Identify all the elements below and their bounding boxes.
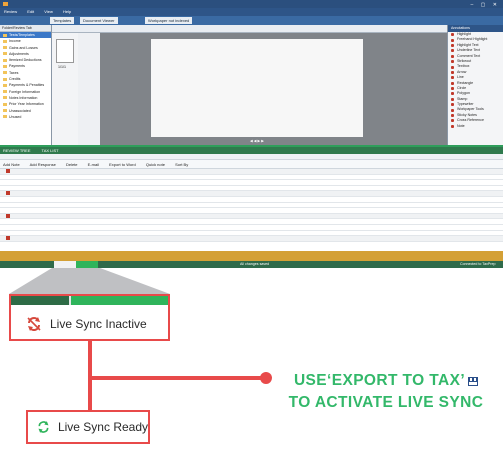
- menu-view[interactable]: View: [44, 9, 53, 14]
- folder-tree-header: Folder/Review Tab: [0, 25, 51, 32]
- live-sync-inactive-callout: Live Sync Inactive: [9, 294, 170, 341]
- app-screenshot: – ▢ ✕ Review Edit View Help Templates Do…: [0, 0, 503, 268]
- add-response-button[interactable]: Add Response: [30, 162, 56, 167]
- tab-templates[interactable]: Templates: [50, 17, 75, 24]
- workflow-actions: Add Note Add Response Delete E-mail Expo…: [0, 160, 503, 169]
- thumbnail-pane: 1/1/1: [52, 33, 78, 145]
- note-marker: [6, 191, 10, 196]
- tab-workpaper[interactable]: Workpaper not indexed: [145, 17, 193, 24]
- add-note-button[interactable]: Add Note: [3, 162, 20, 167]
- instruction-text: USE‘EXPORT TO TAX’ TO ACTIVATE LIVE SYNC: [272, 370, 500, 414]
- note-marker: [6, 236, 10, 241]
- document-toolbar: [52, 25, 447, 33]
- quick-note-button[interactable]: Quick note: [146, 162, 165, 167]
- sync-ready-icon: [38, 421, 49, 433]
- page-navigation[interactable]: ◀ ◀ ▶ ▶: [152, 138, 362, 144]
- menu-review[interactable]: Review: [4, 9, 17, 14]
- note-marker: [6, 169, 10, 174]
- tab-document-viewer[interactable]: Document Viewer: [80, 17, 118, 24]
- ribbon: Templates Document Viewer Workpaper not …: [0, 16, 503, 25]
- app-icon: [3, 2, 8, 6]
- connection-status: Connected to TaxPrep: [460, 262, 496, 266]
- live-sync-inactive-label: Live Sync Inactive: [50, 317, 147, 331]
- folder-item[interactable]: Unused: [0, 114, 51, 120]
- document-viewer: 1/1/1 ◀ ◀ ▶ ▶: [52, 25, 447, 145]
- page-controls: [78, 33, 100, 145]
- status-bar-segment: [71, 296, 168, 305]
- live-sync-ready-callout: Live Sync Ready: [26, 410, 150, 444]
- zoomed-status-bar: [11, 296, 168, 305]
- instruction-line-1: USE‘EXPORT TO TAX’: [293, 372, 466, 389]
- tab-tax-list[interactable]: TAX LIST: [42, 148, 59, 153]
- note-marker: [6, 213, 10, 218]
- annotation-tool[interactable]: Note: [448, 124, 503, 129]
- menu-help[interactable]: Help: [63, 9, 71, 14]
- export-to-word-button[interactable]: Export to Word: [109, 162, 136, 167]
- title-bar: – ▢ ✕: [0, 0, 503, 8]
- document-page[interactable]: [151, 39, 363, 137]
- live-sync-status-label: [54, 261, 76, 268]
- thumbnail-label: 1/1/1: [58, 65, 66, 69]
- email-button[interactable]: E-mail: [88, 162, 99, 167]
- status-bar-segment: [11, 296, 69, 305]
- note-group-row[interactable]: [0, 236, 503, 242]
- export-to-tax-icon: [468, 376, 479, 386]
- annotations-header: Annotations: [448, 25, 503, 32]
- save-status: All changes saved: [240, 262, 270, 266]
- annotations-panel: Annotations Highlight Freehand Highlight…: [447, 25, 503, 145]
- window-controls[interactable]: – ▢ ✕: [471, 1, 500, 8]
- status-bar: All changes saved Connected to TaxPrep: [0, 261, 503, 268]
- zoom-beam: [9, 268, 170, 294]
- live-sync-status[interactable]: [76, 261, 98, 268]
- instruction-line-2: TO ACTIVATE LIVE SYNC: [288, 394, 484, 411]
- menu-bar: Review Edit View Help: [0, 8, 503, 16]
- delete-button[interactable]: Delete: [66, 162, 78, 167]
- workflow-tabs: REVIEW TREE TAX LIST: [0, 147, 503, 154]
- sync-inactive-icon: [27, 317, 41, 331]
- notification-banner: [0, 251, 503, 261]
- menu-edit[interactable]: Edit: [27, 9, 34, 14]
- sort-by-button[interactable]: Sort By: [175, 162, 188, 167]
- callout-dot: [260, 372, 272, 384]
- folder-tree: Folder/Review Tab Tests/Templates Income…: [0, 25, 52, 145]
- review-workflow-panel: REVIEW TREE TAX LIST Add Note Add Respon…: [0, 145, 503, 251]
- live-sync-ready-label: Live Sync Ready: [57, 420, 148, 434]
- tab-review-tree[interactable]: REVIEW TREE: [3, 148, 31, 153]
- page-thumbnail[interactable]: [56, 39, 74, 63]
